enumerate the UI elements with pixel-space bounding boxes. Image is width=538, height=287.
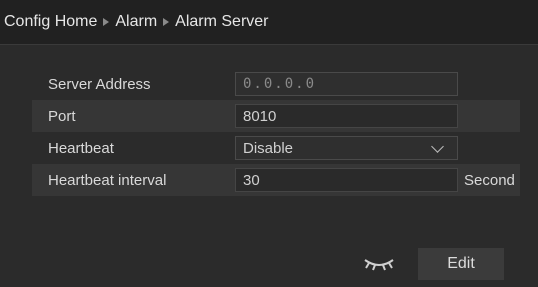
server-address-row: Server Address 0.0.0.0: [32, 68, 520, 100]
server-address-input[interactable]: 0.0.0.0: [235, 72, 458, 96]
breadcrumb-config-home[interactable]: Config Home: [4, 13, 97, 31]
port-row: Port 8010: [32, 100, 520, 132]
heartbeat-select[interactable]: Disable: [235, 136, 458, 160]
port-input[interactable]: 8010: [235, 104, 458, 128]
edit-button[interactable]: Edit: [418, 248, 504, 280]
heartbeat-interval-row: Heartbeat interval 30 Second: [32, 164, 520, 196]
breadcrumb-separator-icon: [103, 18, 110, 26]
heartbeat-label: Heartbeat: [48, 139, 114, 157]
breadcrumb-alarm-server: Alarm Server: [175, 13, 269, 30]
alarm-server-form: Server Address 0.0.0.0 Port 8010 Heartbe…: [32, 68, 520, 196]
port-label: Port: [48, 107, 76, 125]
heartbeat-interval-unit: Second: [464, 171, 515, 189]
eye-closed-icon[interactable]: [361, 252, 397, 274]
breadcrumb-alarm[interactable]: Alarm: [115, 13, 157, 31]
breadcrumb-separator-icon: [163, 18, 170, 26]
server-address-label: Server Address: [48, 75, 151, 93]
heartbeat-interval-label: Heartbeat interval: [48, 171, 167, 189]
heartbeat-select-value: Disable: [243, 139, 294, 157]
chevron-down-icon: [431, 139, 444, 153]
heartbeat-row: Heartbeat Disable: [32, 132, 520, 164]
heartbeat-interval-input[interactable]: 30: [235, 168, 458, 192]
breadcrumb: Config Home Alarm Alarm Server: [0, 0, 538, 45]
